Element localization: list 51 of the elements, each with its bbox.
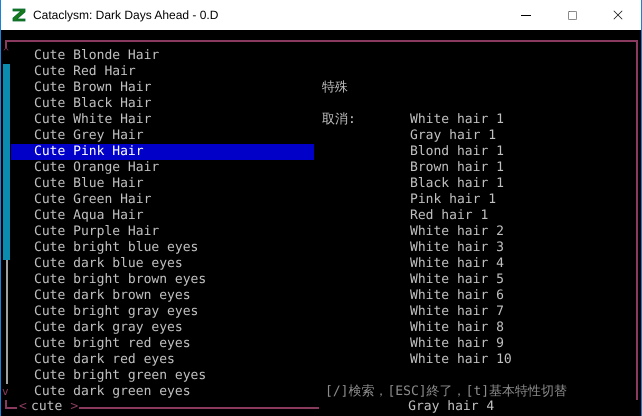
trait-list-item[interactable]: Cute bright red eyes — [11, 336, 314, 352]
filter-text[interactable]: cute — [31, 400, 62, 416]
key-hint: [/]検索，[ESC]終了，[t]基本特性切替 — [324, 384, 568, 400]
trait-list-item[interactable]: Cute Aqua Hair — [11, 208, 314, 224]
cancelled-trait: White hair 1 — [410, 112, 505, 128]
cancelled-trait: White hair 2 — [410, 224, 505, 240]
trait-list-item[interactable]: Cute Purple Hair — [11, 224, 314, 240]
trait-list-item[interactable]: Cute Red Hair — [11, 64, 314, 80]
cancelled-trait: White hair 4 — [410, 256, 505, 272]
cancelled-trait: White hair 9 — [410, 336, 505, 352]
trait-list-item[interactable]: Cute White Hair — [11, 112, 314, 128]
cancelled-trait: Gray hair 1 — [410, 128, 498, 144]
window-title: Cataclysm: Dark Days Ahead - 0.D — [33, 7, 218, 24]
cancelled-trait: Black hair 1 — [410, 176, 505, 192]
cancelled-trait: White hair 10 — [410, 352, 512, 368]
cancelled-trait: Red hair 1 — [410, 208, 490, 224]
trait-list-item[interactable]: Cute Blonde Hair — [11, 48, 314, 64]
filter-bracket-close: > — [69, 400, 80, 416]
trait-list-item[interactable]: Cute bright blue eyes — [11, 240, 314, 256]
trait-list-item[interactable]: Cute Brown Hair — [11, 80, 314, 96]
cancelled-trait: White hair 3 — [410, 240, 505, 256]
cancelled-trait: Brown hair 1 — [410, 160, 505, 176]
trait-list-item[interactable]: Cute dark green eyes — [11, 384, 314, 400]
trait-list-item[interactable]: Cute Black Hair — [11, 96, 314, 112]
cancelled-trait: Pink hair 1 — [410, 192, 498, 208]
trait-list-item[interactable]: Cute Pink Hair — [11, 144, 314, 160]
cancelled-trait: White hair 8 — [410, 320, 505, 336]
trait-list-item[interactable]: Cute Green Hair — [11, 192, 314, 208]
trait-list-item[interactable]: Cute bright green eyes — [11, 368, 314, 384]
trait-list-item[interactable]: Cute dark brown eyes — [11, 288, 314, 304]
cancelled-trait: White hair 7 — [410, 304, 505, 320]
trait-list-item[interactable]: Cute bright gray eyes — [11, 304, 314, 320]
trait-list-item[interactable]: Cute dark gray eyes — [11, 320, 314, 336]
trait-list-item[interactable]: Cute bright brown eyes — [11, 272, 314, 288]
maximize-icon — [566, 10, 578, 20]
cancelled-trait: White hair 6 — [410, 288, 505, 304]
trait-category: 特殊 — [322, 80, 349, 96]
cancelled-trait: Gray hair 4 — [408, 400, 494, 414]
trait-list-item[interactable]: Cute dark red eyes — [11, 352, 314, 368]
trait-list-item[interactable]: Cute Blue Hair — [11, 176, 314, 192]
cancelled-trait: White hair 5 — [410, 272, 505, 288]
minimize-icon — [521, 14, 531, 16]
scrollbar-track[interactable] — [1, 64, 11, 384]
trait-list-item[interactable]: Cute Orange Hair — [11, 160, 314, 176]
cancels-label: 取消: — [322, 112, 356, 127]
trait-list-item[interactable]: Cute Grey Hair — [11, 128, 314, 144]
scrollbar-thumb[interactable] — [3, 64, 10, 260]
filter-bracket-open: < — [18, 400, 28, 416]
app-icon — [11, 7, 27, 23]
trait-list-item[interactable]: Cute dark blue eyes — [11, 256, 314, 272]
cancelled-trait: Blond hair 1 — [410, 144, 505, 160]
